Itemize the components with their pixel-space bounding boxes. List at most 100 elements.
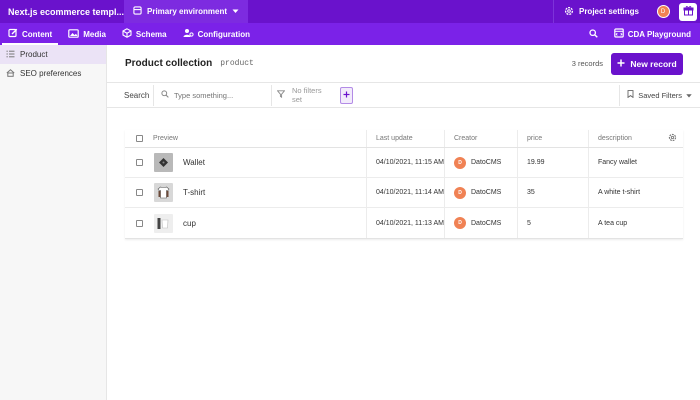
creator-cell: D DatoCMS (444, 208, 517, 238)
model-api-key: product (220, 59, 254, 68)
new-record-label: New record (630, 58, 677, 69)
wallet-thumbnail (154, 153, 173, 172)
select-all-checkbox[interactable] (135, 135, 143, 142)
main-nav: Content Media Schema Configuration CDA P… (0, 23, 700, 45)
environment-switcher[interactable]: Primary environment (124, 0, 249, 23)
page-title: Product collection (125, 58, 213, 69)
search-input[interactable] (174, 90, 269, 100)
search-label: Search (124, 90, 150, 100)
row-select-cell (125, 208, 153, 238)
plus-icon (343, 90, 350, 101)
chevron-down-icon (232, 7, 239, 16)
global-search-button[interactable] (583, 23, 605, 45)
last-update-cell: 04/10/2021, 11:14 AM (366, 178, 444, 207)
description-cell: Fancy wallet (588, 148, 683, 177)
add-filter-button[interactable] (340, 86, 353, 104)
creator-name: DatoCMS (471, 219, 502, 227)
filters: No filters set (271, 84, 353, 106)
creator-cell: D DatoCMS (444, 178, 517, 207)
tab-schema[interactable]: Schema (114, 23, 175, 45)
price-cell: 5 (517, 208, 588, 238)
tab-media-label: Media (83, 29, 106, 39)
row-select-cell (125, 148, 153, 177)
cube-icon (122, 28, 132, 40)
last-update-cell: 04/10/2021, 11:13 AM (366, 208, 444, 238)
tab-schema-label: Schema (135, 29, 167, 39)
record-title: cup (183, 218, 196, 228)
column-header-last-update[interactable]: Last update (366, 130, 444, 147)
column-header-description-label[interactable]: description (598, 135, 632, 142)
cda-playground-button[interactable]: CDA Playground (605, 23, 700, 45)
search-bar: Search No filters set Saved Filters (107, 83, 700, 108)
column-header-price[interactable]: price (517, 130, 588, 147)
user-menu[interactable]: D (649, 0, 677, 23)
row-checkbox[interactable] (135, 189, 143, 196)
table-row[interactable]: cup 04/10/2021, 11:13 AM D DatoCMS 5 A t… (125, 208, 683, 238)
preview-cell: cup (153, 208, 366, 238)
table-row[interactable]: T-shirt 04/10/2021, 11:14 AM D DatoCMS 3… (125, 178, 683, 208)
select-all-cell (125, 130, 153, 147)
description-cell: A white t-shirt (588, 178, 683, 207)
top-bar: Next.js ecommerce templ... Primary envir… (0, 0, 700, 23)
row-select-cell (125, 178, 153, 207)
search-icon (589, 28, 599, 40)
settings-people-icon (183, 28, 194, 40)
environment-label: Primary environment (147, 7, 228, 16)
collection-header: Product collection product 3 records New… (107, 45, 700, 83)
list-icon (6, 50, 15, 60)
record-title: Wallet (183, 158, 205, 167)
record-title: T-shirt (183, 188, 206, 197)
gear-icon (564, 6, 574, 18)
creator-cell: D DatoCMS (444, 148, 517, 177)
chevron-down-icon (686, 91, 692, 100)
filter-icon (276, 90, 286, 100)
search-field (153, 84, 271, 106)
column-header-description: description (588, 130, 683, 147)
sidebar-item-label: Product (20, 50, 48, 59)
environment-icon (133, 6, 142, 17)
creator-name: DatoCMS (471, 189, 502, 196)
price-cell: 35 (517, 178, 588, 207)
new-record-button[interactable]: New record (611, 52, 683, 75)
sidebar: Product SEO preferences (0, 45, 107, 400)
row-checkbox[interactable] (135, 219, 143, 227)
bookmark-icon (627, 90, 634, 100)
price-cell: 19.99 (517, 148, 588, 177)
tab-configuration-label: Configuration (197, 29, 251, 39)
app-title[interactable]: Next.js ecommerce templ... (0, 7, 124, 17)
record-count: 3 records (571, 59, 603, 68)
project-settings-label: Project settings (578, 7, 639, 16)
sidebar-item-label: SEO preferences (20, 69, 82, 78)
cda-playground-label: CDA Playground (627, 29, 691, 39)
sidebar-item-product[interactable]: Product (0, 45, 106, 64)
tab-media[interactable]: Media (60, 23, 114, 45)
description-cell: A tea cup (588, 208, 683, 238)
tab-content-label: Content (22, 29, 53, 39)
table-row[interactable]: Wallet 04/10/2021, 11:15 AM D DatoCMS 19… (125, 148, 683, 178)
main-content: Product collection product 3 records New… (107, 45, 700, 400)
column-header-creator[interactable]: Creator (444, 130, 517, 147)
whats-new-button[interactable] (679, 2, 697, 21)
creator-avatar: D (454, 186, 466, 199)
avatar: D (656, 5, 670, 18)
preview-cell: Wallet (153, 148, 366, 177)
search-icon (161, 90, 169, 100)
sidebar-item-seo-preferences[interactable]: SEO preferences (0, 64, 106, 83)
creator-name: DatoCMS (471, 159, 502, 166)
pencil-icon (8, 28, 18, 40)
filters-status: No filters set (292, 86, 322, 104)
saved-filters-dropdown[interactable]: Saved Filters (619, 84, 700, 106)
saved-filters-label: Saved Filters (638, 90, 682, 100)
cup-thumbnail (154, 213, 173, 233)
gear-icon[interactable] (668, 133, 677, 144)
image-icon (68, 28, 80, 40)
tab-configuration[interactable]: Configuration (175, 23, 258, 45)
column-header-preview[interactable]: Preview (153, 130, 366, 147)
project-settings-button[interactable]: Project settings (552, 0, 649, 23)
row-checkbox[interactable] (135, 159, 143, 166)
table-header: Preview Last update Creator price descri… (125, 130, 683, 148)
tshirt-thumbnail (154, 183, 173, 202)
records-table: Preview Last update Creator price descri… (125, 130, 683, 239)
last-update-cell: 04/10/2021, 11:15 AM (366, 148, 444, 177)
tab-content[interactable]: Content (0, 23, 60, 45)
